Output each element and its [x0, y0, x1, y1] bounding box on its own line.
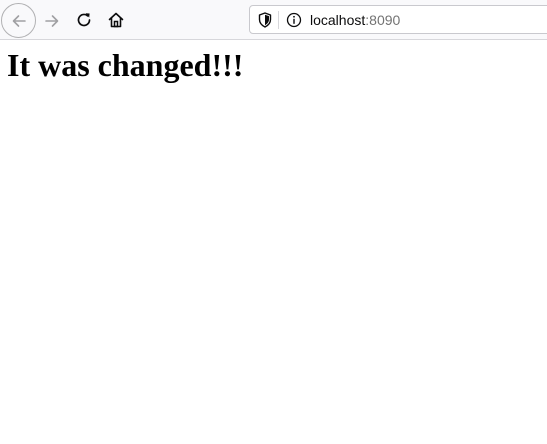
- back-button[interactable]: [1, 3, 36, 38]
- info-icon[interactable]: [286, 12, 302, 28]
- shield-icon[interactable]: [258, 12, 272, 28]
- page-heading: It was changed!!!: [7, 47, 244, 83]
- url-host: localhost: [310, 12, 366, 28]
- home-icon: [108, 12, 124, 28]
- reload-icon: [77, 13, 91, 27]
- arrow-left-icon: [12, 14, 26, 27]
- urlbar-divider: [278, 11, 279, 29]
- url-text[interactable]: localhost:8090: [310, 11, 400, 29]
- arrow-right-icon: [45, 15, 59, 27]
- reload-button[interactable]: [70, 6, 98, 34]
- browser-toolbar: localhost:8090: [0, 0, 547, 40]
- url-port: :8090: [365, 12, 401, 28]
- home-button[interactable]: [102, 6, 130, 34]
- address-bar[interactable]: localhost:8090: [249, 5, 547, 34]
- forward-button[interactable]: [38, 7, 66, 35]
- page-content: It was changed!!!: [0, 41, 547, 444]
